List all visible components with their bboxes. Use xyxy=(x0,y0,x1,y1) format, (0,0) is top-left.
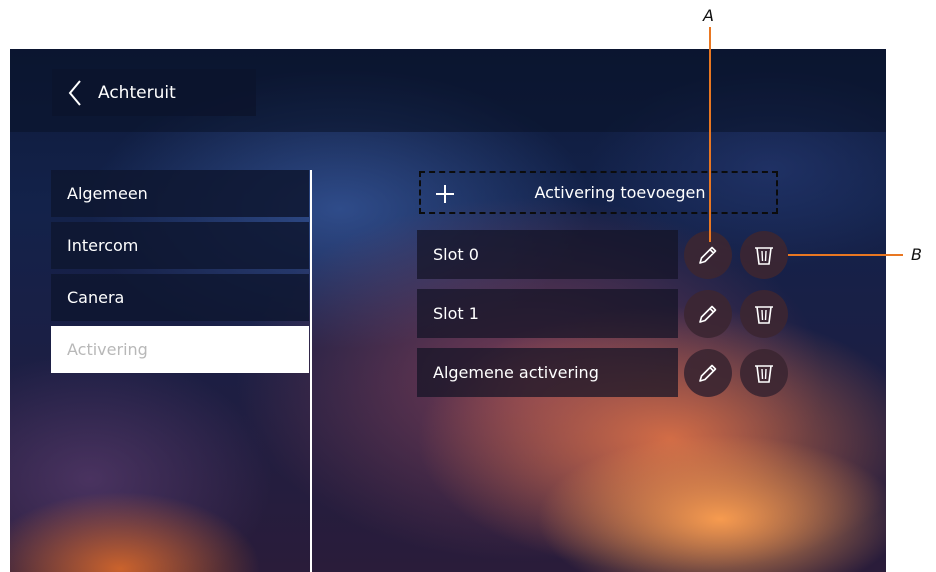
chevron-left-icon xyxy=(68,79,81,106)
menu-item-label: Intercom xyxy=(67,236,139,255)
settings-menu: Algemeen Intercom Canera Activering xyxy=(51,170,309,378)
menu-item-label: Canera xyxy=(67,288,125,307)
back-button[interactable]: Achteruit xyxy=(52,69,256,116)
top-bar: Achteruit xyxy=(10,49,886,132)
pencil-icon xyxy=(699,305,717,323)
pencil-icon xyxy=(699,364,717,382)
menu-item-activering[interactable]: Activering xyxy=(51,326,309,373)
activation-row-slot-1[interactable]: Slot 1 xyxy=(417,289,678,338)
edit-button[interactable] xyxy=(684,290,732,338)
back-label: Achteruit xyxy=(98,82,176,103)
activation-row-slot-0[interactable]: Slot 0 xyxy=(417,230,678,279)
trash-icon xyxy=(755,306,773,324)
callout-a-line xyxy=(709,27,711,242)
add-activation-label: Activering toevoegen xyxy=(534,183,706,202)
menu-item-label: Activering xyxy=(67,340,148,359)
add-activation-button[interactable]: Activering toevoegen xyxy=(419,171,778,214)
edit-button[interactable] xyxy=(684,231,732,279)
delete-button[interactable] xyxy=(740,231,788,279)
callout-b-line xyxy=(788,254,903,256)
activation-row-algemene-activering[interactable]: Algemene activering xyxy=(417,348,678,397)
delete-button[interactable] xyxy=(740,349,788,397)
device-screen: Achteruit Algemeen Intercom Canera Activ… xyxy=(10,49,886,572)
menu-item-intercom[interactable]: Intercom xyxy=(51,222,309,269)
trash-icon xyxy=(755,365,773,383)
menu-item-canera[interactable]: Canera xyxy=(51,274,309,321)
edit-button[interactable] xyxy=(684,349,732,397)
activation-row-label: Slot 0 xyxy=(433,245,479,264)
vertical-divider xyxy=(310,170,312,572)
trash-icon xyxy=(755,247,773,265)
menu-item-label: Algemeen xyxy=(67,184,148,203)
menu-item-algemeen[interactable]: Algemeen xyxy=(51,170,309,217)
activation-row-label: Slot 1 xyxy=(433,304,479,323)
callout-b-label: B xyxy=(911,245,922,264)
plus-icon xyxy=(436,185,454,203)
activation-row-label: Algemene activering xyxy=(433,363,599,382)
callout-a-label: A xyxy=(703,6,714,25)
delete-button[interactable] xyxy=(740,290,788,338)
pencil-icon xyxy=(699,246,717,264)
